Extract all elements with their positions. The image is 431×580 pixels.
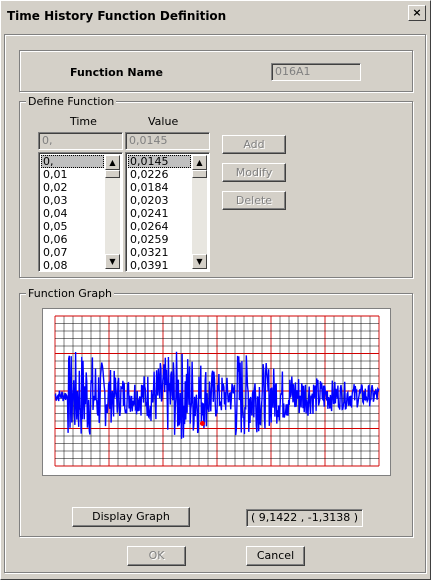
add-button-label: Add <box>243 138 265 151</box>
close-button[interactable]: × <box>408 5 426 21</box>
graph-panel[interactable] <box>42 308 391 476</box>
value-input-value: 0,0145 <box>129 134 168 147</box>
ok-button[interactable]: OK <box>127 546 186 566</box>
list-item[interactable]: 0,01 <box>41 168 104 181</box>
coordinate-readout: ( 9,1422 , -1,3138 ) <box>246 509 363 527</box>
function-name-group: Function Name 016A1 <box>19 50 413 92</box>
value-list[interactable]: 0,0145 0,0226 0,0184 0,0203 0,0241 0,0264 0,02… <box>125 152 210 272</box>
time-input-value: 0, <box>42 134 53 147</box>
scroll-up-icon[interactable]: ▲ <box>105 155 120 170</box>
add-button[interactable]: Add <box>222 135 286 154</box>
list-item[interactable]: 0,0226 <box>128 168 191 181</box>
function-graph-group: Function Graph Display Graph ( 9,1422 , … <box>19 287 413 537</box>
function-graph-plot[interactable] <box>43 309 390 475</box>
title-bar[interactable]: Time History Function Definition × <box>1 1 430 31</box>
value-input[interactable]: 0,0145 <box>125 132 210 150</box>
delete-button[interactable]: Delete <box>222 191 286 210</box>
time-column-header: Time <box>70 115 97 128</box>
time-list-scrollbar[interactable]: ▲ ▼ <box>105 155 120 269</box>
list-item[interactable]: 0,06 <box>41 233 104 246</box>
scroll-thumb[interactable] <box>105 170 120 178</box>
list-item[interactable]: 0,04 <box>41 207 104 220</box>
scroll-down-icon[interactable]: ▼ <box>105 254 120 269</box>
modify-button[interactable]: Modify <box>222 163 286 182</box>
coordinate-readout-text: ( 9,1422 , -1,3138 ) <box>250 511 358 524</box>
list-item[interactable]: 0,0321 <box>128 246 191 259</box>
list-item[interactable]: 0,02 <box>41 181 104 194</box>
list-item[interactable]: 0,03 <box>41 194 104 207</box>
time-list-rows: 0, 0,01 0,02 0,03 0,04 0,05 0,06 0,07 0,08 <box>41 155 104 271</box>
list-item[interactable]: 0,0184 <box>128 181 191 194</box>
define-function-legend: Define Function <box>26 95 117 108</box>
function-graph-legend: Function Graph <box>26 287 115 300</box>
list-item[interactable]: 0,0203 <box>128 194 191 207</box>
scroll-thumb[interactable] <box>192 170 207 178</box>
cancel-button[interactable]: Cancel <box>246 546 305 566</box>
function-name-value: 016A1 <box>275 65 311 78</box>
modify-button-label: Modify <box>235 166 273 179</box>
list-item[interactable]: 0,0259 <box>128 233 191 246</box>
list-item[interactable]: 0,05 <box>41 220 104 233</box>
close-icon: × <box>412 6 422 19</box>
cancel-button-label: Cancel <box>256 549 295 562</box>
list-item[interactable]: 0, <box>41 155 104 168</box>
define-function-group: Define Function Time Value 0, 0,0145 0, 0… <box>19 95 413 278</box>
list-item[interactable]: 0,0391 <box>128 259 191 271</box>
function-name-field[interactable]: 016A1 <box>271 63 361 81</box>
display-graph-button[interactable]: Display Graph <box>72 507 190 527</box>
list-item[interactable]: 0,0264 <box>128 220 191 233</box>
time-history-function-dialog: Time History Function Definition × Funct… <box>0 0 431 580</box>
dialog-title: Time History Function Definition <box>7 9 227 23</box>
list-item[interactable]: 0,0145 <box>128 155 191 168</box>
delete-button-label: Delete <box>235 194 273 207</box>
function-name-label: Function Name <box>70 66 163 79</box>
display-graph-label: Display Graph <box>92 510 170 523</box>
ok-button-label: OK <box>148 549 165 562</box>
value-column-header: Value <box>148 115 179 128</box>
list-item[interactable]: 0,0241 <box>128 207 191 220</box>
value-list-rows: 0,0145 0,0226 0,0184 0,0203 0,0241 0,0264 0,02… <box>128 155 191 271</box>
list-item[interactable]: 0,08 <box>41 259 104 271</box>
value-list-scrollbar[interactable]: ▲ ▼ <box>192 155 207 269</box>
time-list[interactable]: 0, 0,01 0,02 0,03 0,04 0,05 0,06 0,07 0,08 ▲ ▼ <box>38 152 123 272</box>
time-input[interactable]: 0, <box>38 132 123 150</box>
list-item[interactable]: 0,07 <box>41 246 104 259</box>
scroll-up-icon[interactable]: ▲ <box>192 155 207 170</box>
scroll-down-icon[interactable]: ▼ <box>192 254 207 269</box>
